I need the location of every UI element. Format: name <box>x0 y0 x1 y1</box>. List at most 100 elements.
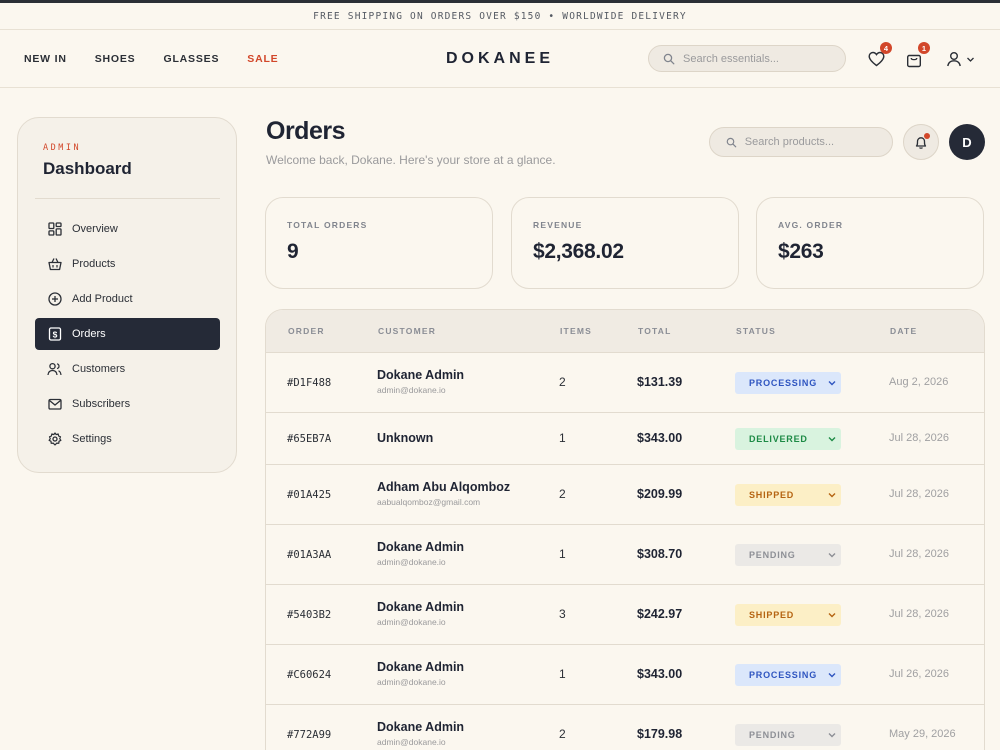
sidebar-item-settings[interactable]: Settings <box>35 423 220 455</box>
sidebar-item-orders[interactable]: $ Orders <box>35 318 220 350</box>
order-id[interactable]: #C60624 <box>287 669 331 681</box>
header-search[interactable] <box>648 45 846 72</box>
status-dropdown[interactable]: PENDING <box>735 544 841 566</box>
order-total: $242.97 <box>637 607 683 621</box>
customer-email: admin@dokane.io <box>377 677 446 687</box>
order-date: Jul 28, 2026 <box>889 488 949 500</box>
stat-value: $2,368.02 <box>533 240 624 263</box>
order-id[interactable]: #65EB7A <box>287 433 331 445</box>
user-icon <box>946 52 961 67</box>
notification-dot <box>924 133 930 139</box>
sidebar-item-customers[interactable]: Customers <box>35 353 220 385</box>
header-search-input[interactable] <box>683 52 833 65</box>
sidebar-item-label: Overview <box>72 223 118 235</box>
stat-label: AVG. ORDER <box>778 220 844 230</box>
sidebar-item-overview[interactable]: Overview <box>35 213 220 245</box>
item-count: 1 <box>559 547 566 561</box>
status-dropdown[interactable]: PROCESSING <box>735 372 841 394</box>
site-header: NEW IN SHOES GLASSES SALE DOKANEE 4 1 <box>0 30 1000 88</box>
receipt-icon: $ <box>47 327 62 342</box>
sidebar-item-add-product[interactable]: Add Product <box>35 283 220 315</box>
nav-glasses[interactable]: GLASSES <box>163 53 219 65</box>
customer-email: admin@dokane.io <box>377 557 446 567</box>
table-row[interactable]: #772A99 Dokane Admin admin@dokane.io 2 $179.… <box>266 705 984 750</box>
table-header: ORDER CUSTOMER ITEMS TOTAL STATUS DATE <box>266 310 984 353</box>
avatar[interactable]: D <box>949 124 985 160</box>
admin-sidebar: ADMIN Dashboard Overview Products Add Pr… <box>17 117 237 473</box>
account-menu[interactable] <box>943 47 977 71</box>
table-row[interactable]: #01A425 Adham Abu Alqomboz aabualqomboz@gm… <box>266 465 984 525</box>
order-date: May 29, 2026 <box>889 728 956 740</box>
table-row[interactable]: #D1F488 Dokane Admin admin@dokane.io 2 $131.… <box>266 353 984 413</box>
order-total: $209.99 <box>637 487 683 501</box>
page-title: Orders <box>266 117 345 145</box>
column-header-status[interactable]: STATUS <box>736 326 776 336</box>
product-search-input[interactable] <box>744 136 892 148</box>
status-badge: PENDING <box>749 730 796 740</box>
order-id[interactable]: #772A99 <box>287 729 331 741</box>
nav-sale[interactable]: SALE <box>247 53 278 65</box>
chevron-down-icon <box>828 553 836 558</box>
wishlist-button[interactable]: 4 <box>864 42 892 71</box>
column-header-order[interactable]: ORDER <box>288 326 325 336</box>
gear-icon <box>47 432 62 447</box>
status-badge: PENDING <box>749 550 796 560</box>
item-count: 2 <box>559 487 566 501</box>
customer-email: admin@dokane.io <box>377 737 446 747</box>
customer-name: Adham Abu Alqomboz <box>377 480 511 494</box>
plus-circle-icon <box>47 292 62 307</box>
item-count: 2 <box>559 375 566 389</box>
status-badge: SHIPPED <box>749 490 795 500</box>
column-header-customer[interactable]: CUSTOMER <box>378 326 436 336</box>
status-dropdown[interactable]: PROCESSING <box>735 664 841 686</box>
sidebar-item-label: Subscribers <box>72 398 131 410</box>
table-row[interactable]: #5403B2 Dokane Admin admin@dokane.io 3 $242.… <box>266 585 984 645</box>
status-badge: DELIVERED <box>749 433 808 444</box>
status-dropdown[interactable]: DELIVERED <box>735 427 841 450</box>
sidebar-item-label: Products <box>72 258 116 270</box>
nav-shoes[interactable]: SHOES <box>95 53 136 65</box>
product-search[interactable] <box>709 127 893 157</box>
customer-name: Unknown <box>377 430 434 445</box>
column-header-total[interactable]: TOTAL <box>638 326 672 336</box>
chevron-down-icon <box>828 733 836 738</box>
orders-table: ORDER CUSTOMER ITEMS TOTAL STATUS DATE #… <box>265 309 985 750</box>
customer-name: Dokane Admin <box>377 720 465 734</box>
cart-button[interactable]: 1 <box>902 42 930 71</box>
column-header-date[interactable]: DATE <box>890 326 917 336</box>
order-id[interactable]: #01A3AA <box>287 549 331 561</box>
item-count: 1 <box>559 667 566 681</box>
customer-name: Dokane Admin <box>377 660 465 674</box>
svg-text:$: $ <box>52 329 57 339</box>
brand-logo[interactable]: DOKANEE <box>446 50 554 68</box>
order-id[interactable]: #D1F488 <box>287 377 331 389</box>
sidebar-item-subscribers[interactable]: Subscribers <box>35 388 220 420</box>
stat-card-total-orders: TOTAL ORDERS 9 <box>265 197 493 289</box>
item-count: 1 <box>559 430 566 445</box>
wishlist-count-badge: 4 <box>880 42 892 54</box>
sidebar-item-products[interactable]: Products <box>35 248 220 280</box>
order-id[interactable]: #01A425 <box>287 489 331 501</box>
customer-email: aabualqomboz@gmail.com <box>377 497 481 507</box>
nav-new-in[interactable]: NEW IN <box>24 53 67 65</box>
order-id[interactable]: #5403B2 <box>287 609 331 621</box>
notifications-button[interactable] <box>903 124 939 160</box>
chevron-down-icon <box>828 673 836 678</box>
order-total: $179.98 <box>637 727 683 741</box>
page-subtitle: Welcome back, Dokane. Here's your store … <box>266 153 556 167</box>
status-dropdown[interactable]: SHIPPED <box>735 484 841 506</box>
order-total: $343.00 <box>637 667 683 681</box>
table-row[interactable]: #01A3AA Dokane Admin admin@dokane.io 1 $308.… <box>266 525 984 585</box>
status-dropdown[interactable]: PENDING <box>735 724 841 746</box>
stat-card-revenue: REVENUE $2,368.02 <box>511 197 739 289</box>
column-header-items[interactable]: ITEMS <box>560 326 592 336</box>
item-count: 3 <box>559 607 566 621</box>
customer-email: admin@dokane.io <box>377 617 446 627</box>
sidebar-title: Dashboard <box>43 159 132 178</box>
customer-name: Dokane Admin <box>377 540 465 554</box>
table-row[interactable]: #C60624 Dokane Admin admin@dokane.io 1 $343.… <box>266 645 984 705</box>
status-dropdown[interactable]: SHIPPED <box>735 604 841 626</box>
table-row[interactable]: #65EB7A Unknown 1 $343.00 DELIVERED Jul 28, 2… <box>266 412 984 465</box>
sidebar-divider <box>35 198 220 199</box>
chevron-down-icon <box>828 493 836 498</box>
